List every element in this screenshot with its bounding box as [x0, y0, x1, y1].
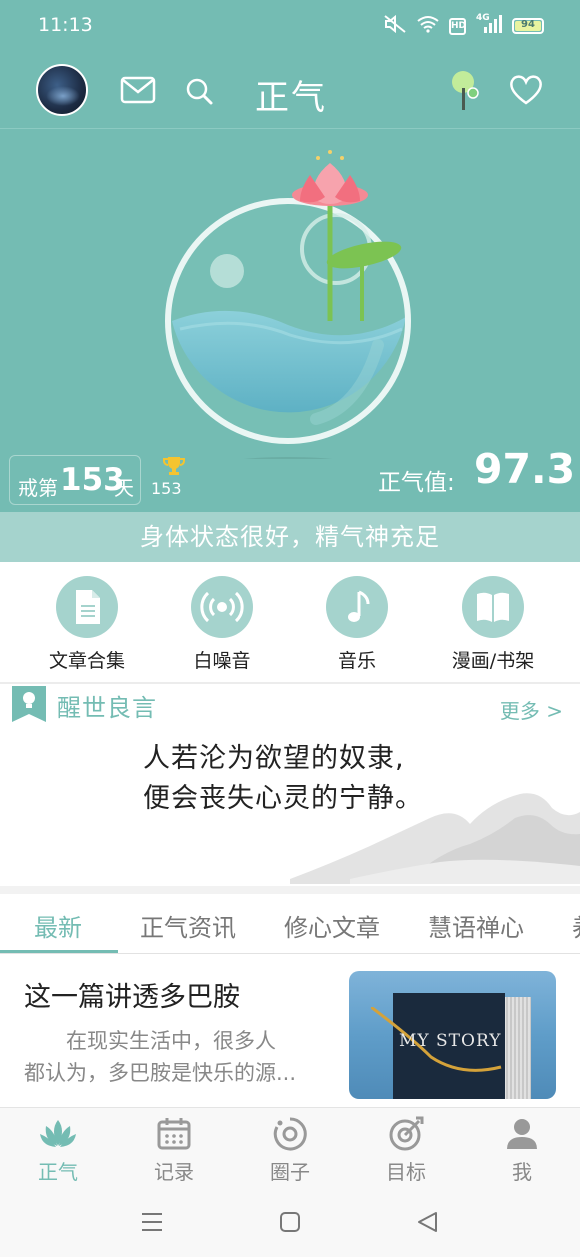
- circle-icon: [273, 1117, 307, 1151]
- avatar[interactable]: [36, 64, 88, 116]
- book-icon: [462, 576, 524, 638]
- nav-item-me[interactable]: 我: [464, 1116, 580, 1185]
- tab-articles[interactable]: 修心文章: [284, 908, 380, 943]
- quick-menu-articles[interactable]: 文章合集: [22, 576, 152, 673]
- nav-item-zhengqi[interactable]: 正气: [0, 1116, 116, 1185]
- battery-level: 94: [521, 19, 535, 30]
- score-value: 97.3: [474, 445, 576, 493]
- tab-latest[interactable]: 最新: [34, 908, 82, 943]
- nav-label: 目标: [386, 1160, 426, 1184]
- streak-days-box[interactable]: 戒第 153 天: [9, 455, 141, 505]
- top-area: 11:13 HD 4G 94 正气: [0, 0, 580, 128]
- status-message: 身体状态很好，精气神充足: [0, 512, 580, 562]
- nav-item-circle[interactable]: 圈子: [232, 1116, 348, 1185]
- signal-icon: 4G: [476, 13, 502, 37]
- article-thumbnail[interactable]: MY STORY: [349, 971, 556, 1099]
- back-icon[interactable]: [416, 1211, 438, 1237]
- quick-menu-music[interactable]: 音乐: [292, 576, 422, 673]
- person-icon: [507, 1119, 537, 1149]
- streak-suffix: 天: [114, 476, 134, 500]
- score-label: 正气值:: [378, 470, 455, 496]
- article-card[interactable]: 这一篇讲透多巴胺 在现实生活中，很多人 都认为，多巴胺是快乐的源... MY S…: [0, 955, 580, 1105]
- calendar-icon: [157, 1118, 191, 1150]
- nav-item-goals[interactable]: 目标: [348, 1116, 464, 1185]
- status-bar: 11:13 HD 4G 94: [0, 0, 580, 50]
- bottom-nav: 正气 记录 圈子 目标 我: [0, 1107, 580, 1191]
- quick-menu: 文章合集 白噪音 音乐 漫画/书架: [0, 562, 580, 684]
- quote-section-title: 醒世良言: [57, 694, 157, 722]
- system-nav-bar: [0, 1191, 580, 1257]
- document-icon: [56, 576, 118, 638]
- nav-label: 圈子: [270, 1160, 310, 1184]
- quick-menu-label: 音乐: [337, 650, 376, 672]
- heart-icon[interactable]: [508, 74, 544, 110]
- quick-menu-label: 文章合集: [48, 650, 125, 672]
- thumbnail-text: MY STORY: [399, 1031, 502, 1051]
- lightbulb-icon: [12, 686, 46, 726]
- tree-icon[interactable]: [448, 68, 482, 116]
- nav-label: 我: [512, 1160, 532, 1184]
- quick-menu-white-noise[interactable]: 白噪音: [157, 576, 287, 673]
- broadcast-icon: [191, 576, 253, 638]
- tab-news[interactable]: 正气资讯: [140, 908, 236, 943]
- nav-item-records[interactable]: 记录: [116, 1116, 232, 1185]
- quote-line-1: 人若沦为欲望的奴隶,: [143, 743, 405, 774]
- music-note-icon: [326, 576, 388, 638]
- lotus-bowl-illustration: [165, 150, 411, 459]
- search-icon[interactable]: [184, 76, 214, 110]
- tab-zen-quotes[interactable]: 慧语禅心: [428, 908, 524, 943]
- target-icon: [389, 1116, 424, 1151]
- battery-icon: 94: [512, 18, 544, 34]
- lotus-icon: [40, 1120, 76, 1147]
- hero-panel: 戒第 153 天 153 正气值: 97.3: [0, 128, 580, 512]
- quick-menu-label: 漫画/书架: [451, 650, 535, 672]
- quote-more-link[interactable]: 更多 >: [500, 695, 563, 724]
- menu-icon[interactable]: [140, 1211, 164, 1237]
- article-excerpt-line-2: 都认为，多巴胺是快乐的源...: [24, 1061, 297, 1085]
- tab-more[interactable]: 养: [572, 908, 580, 943]
- ink-mountains-illustration: [290, 793, 580, 884]
- mail-icon[interactable]: [120, 76, 156, 108]
- page-title: 正气: [255, 78, 327, 118]
- tab-underline: [0, 950, 118, 953]
- article-excerpt: 在现实生活中，很多人 都认为，多巴胺是快乐的源...: [24, 1025, 334, 1089]
- quick-menu-label: 白噪音: [193, 650, 251, 672]
- hd-icon: HD: [449, 17, 466, 35]
- network-label: 4G: [476, 13, 490, 23]
- nav-label: 记录: [154, 1160, 194, 1184]
- streak-prefix: 戒第: [18, 476, 58, 500]
- mute-icon: [383, 14, 407, 38]
- article-excerpt-line-1: 在现实生活中，很多人: [66, 1029, 276, 1053]
- quote-card[interactable]: 醒世良言 更多 > 人若沦为欲望的奴隶, 便会丧失心灵的宁静。: [0, 684, 580, 886]
- header: 正气: [0, 50, 580, 128]
- wifi-icon: [417, 15, 439, 37]
- article-title: 这一篇讲透多巴胺: [24, 982, 240, 1013]
- status-icons: HD 4G 94: [383, 13, 544, 38]
- trophy-count: 153: [151, 479, 182, 498]
- quick-menu-comics-bookshelf[interactable]: 漫画/书架: [428, 576, 558, 673]
- home-icon[interactable]: [279, 1211, 301, 1237]
- section-divider: [0, 886, 580, 894]
- category-tabs: 最新 正气资讯 修心文章 慧语禅心 养: [0, 894, 580, 954]
- trophy-icon[interactable]: [163, 455, 185, 481]
- status-time: 11:13: [38, 14, 93, 36]
- nav-label: 正气: [38, 1160, 78, 1184]
